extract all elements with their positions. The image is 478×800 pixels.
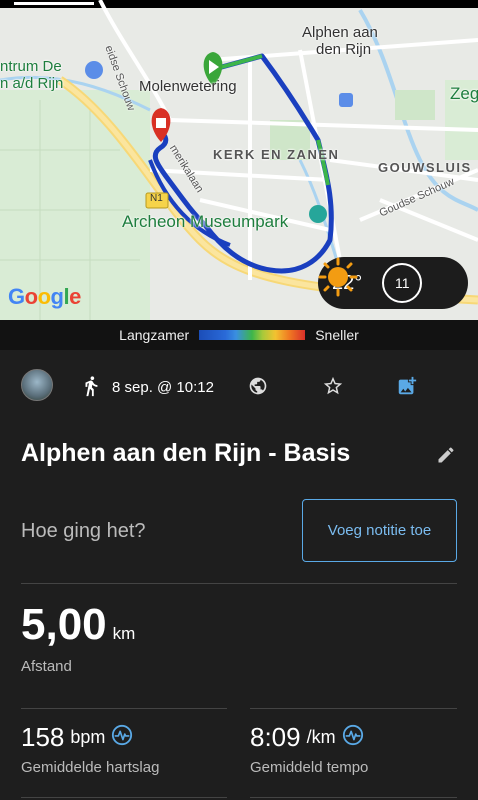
add-photo-icon[interactable]: [396, 375, 418, 402]
distance-value: 5,00: [21, 600, 107, 649]
add-note-button[interactable]: Voeg notitie toe: [302, 499, 457, 562]
distance-label: Afstand: [21, 658, 72, 675]
speed-gradient-bar: [199, 330, 306, 340]
hour-indicator: 11: [382, 263, 423, 303]
heart-rate-unit: bpm: [70, 727, 106, 747]
pace-label: Gemiddeld tempo: [250, 759, 369, 776]
pace-unit: /km: [306, 727, 336, 747]
activity-date: 8 sep. @ 10:12: [112, 379, 214, 396]
pulse-icon[interactable]: [342, 724, 364, 751]
divider: [250, 708, 457, 709]
map-label-kerk: KERK EN ZANEN: [213, 147, 340, 162]
heart-rate-value: 158: [21, 722, 65, 752]
activity-title: Alphen aan den Rijn - Basis: [21, 439, 351, 467]
divider: [250, 797, 457, 798]
weather-pill: 22° 11: [318, 257, 468, 309]
runner-icon: [80, 375, 102, 402]
globe-icon[interactable]: [248, 376, 268, 401]
divider: [21, 797, 227, 798]
legend-faster: Sneller: [315, 327, 359, 343]
map-label-gouwsluis: GOUWSLUIS: [378, 160, 472, 175]
pulse-icon[interactable]: [111, 724, 133, 751]
speed-legend: Langzamer Sneller: [0, 320, 478, 350]
map-label-centrum: ntrum De n a/d Rijn: [0, 58, 64, 92]
map-label-road-n: N1: [150, 193, 163, 204]
divider: [21, 708, 227, 709]
map-label-zeg: Zeg: [450, 84, 478, 103]
avatar[interactable]: [21, 369, 53, 401]
map-label-alphen: Alphen aan den Rijn: [302, 24, 378, 58]
how-did-it-go-prompt: Hoe ging het?: [21, 520, 146, 542]
divider: [21, 583, 457, 584]
pace-value: 8:09: [250, 722, 301, 752]
map-label-molenwetering: Molenwetering: [139, 78, 237, 95]
map-label-archeon: Archeon Museumpark: [122, 212, 289, 231]
pace-stat: 8:09 /km: [250, 722, 364, 753]
heart-rate-label: Gemiddelde hartslag: [21, 759, 160, 776]
activity-meta-row: 8 sep. @ 10:12: [0, 366, 478, 410]
route-map[interactable]: Alphen aan den Rijn Molenwetering KERK EN…: [0, 0, 478, 320]
distance-stat: 5,00 km: [21, 600, 135, 650]
legend-slower: Langzamer: [119, 327, 190, 343]
google-logo: Google: [8, 284, 81, 309]
distance-unit: km: [112, 624, 136, 643]
star-icon[interactable]: [322, 375, 344, 402]
edit-pencil-icon[interactable]: [436, 445, 456, 470]
heart-rate-stat: 158 bpm: [21, 722, 133, 753]
